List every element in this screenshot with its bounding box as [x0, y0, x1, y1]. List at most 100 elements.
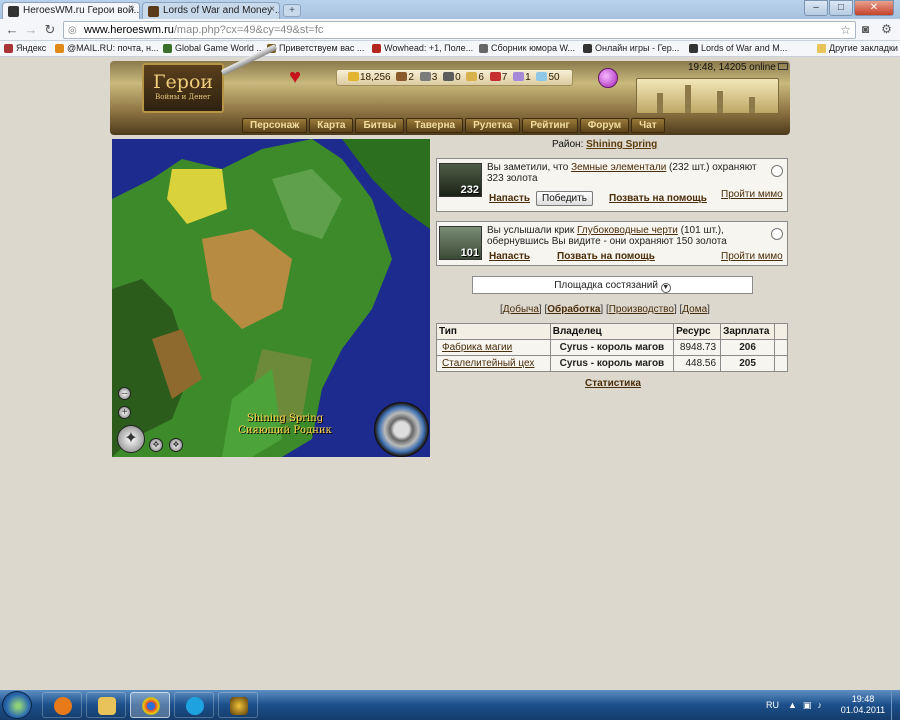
- castle-tower: [749, 97, 755, 113]
- event-radio[interactable]: [771, 228, 783, 240]
- district-link[interactable]: Shining Spring: [586, 139, 657, 150]
- media-player-icon: [54, 697, 72, 715]
- new-tab-button[interactable]: +: [283, 4, 301, 17]
- arena-dropdown[interactable]: Площадка состязаний ▼: [472, 276, 753, 294]
- facility-wage: 205: [720, 355, 776, 372]
- toolbar-extensions: ◙ ⚙: [858, 22, 894, 37]
- call-help-link[interactable]: Позвать на помощь: [557, 251, 655, 262]
- menu-character[interactable]: Персонаж: [242, 118, 308, 133]
- creature-link[interactable]: Земные элементали: [571, 162, 666, 173]
- bookmark-item[interactable]: Онлайн игры - Гер...: [583, 43, 679, 53]
- bookmark-item[interactable]: Global Game World ...: [163, 43, 264, 53]
- bookmark-item[interactable]: Яндекс: [4, 43, 46, 53]
- tab-close-icon[interactable]: ×: [129, 4, 135, 15]
- address-bar[interactable]: ◎ www.heroeswm.ru/map.php?cx=49&cy=49&st…: [63, 21, 856, 39]
- language-indicator[interactable]: RU: [766, 700, 779, 710]
- menu-chat[interactable]: Чат: [631, 118, 665, 133]
- compass-star-icon[interactable]: ✦: [117, 425, 145, 453]
- menu-roulette[interactable]: Рулетка: [465, 118, 521, 133]
- facility-link[interactable]: Сталелитейный цех: [436, 355, 551, 372]
- heroes-favicon-icon: [583, 44, 592, 53]
- taskbar-explorer[interactable]: [86, 692, 126, 718]
- menu-rating[interactable]: Рейтинг: [522, 118, 578, 133]
- column-header: Владелец: [549, 323, 675, 340]
- taskbar-media-player[interactable]: [42, 692, 82, 718]
- statistics-link[interactable]: Статистика: [585, 378, 641, 389]
- skype-icon: [186, 697, 204, 715]
- zoom-out-button[interactable]: –: [118, 387, 131, 400]
- menu-map[interactable]: Карта: [309, 118, 354, 133]
- event-radio[interactable]: [771, 165, 783, 177]
- bookmark-star-icon[interactable]: ☆: [840, 23, 851, 37]
- ggw-icon: [163, 44, 172, 53]
- taskbar-chrome[interactable]: [130, 692, 170, 718]
- bookmark-item[interactable]: Wowhead: +1, Поле...: [372, 43, 473, 53]
- call-help-link[interactable]: Позвать на помощь: [609, 193, 707, 204]
- wow-icon: [230, 697, 248, 715]
- menu-forum[interactable]: Форум: [579, 118, 630, 133]
- attack-link[interactable]: Напасть: [489, 251, 530, 262]
- skype-extension-icon[interactable]: ◙: [858, 22, 873, 37]
- potion-icon[interactable]: [598, 68, 618, 88]
- minimize-button[interactable]: –: [804, 0, 828, 16]
- empty-cell: [774, 339, 788, 356]
- bookmark-item[interactable]: @MAIL.RU: почта, н...: [55, 43, 159, 53]
- empty-cell: [774, 355, 788, 372]
- facility-link[interactable]: Фабрика магии: [436, 339, 551, 356]
- page-info-icon[interactable]: ◎: [68, 25, 77, 36]
- tab-heroeswm[interactable]: HeroesWM.ru Герои вой... ×: [2, 2, 140, 19]
- close-window-button[interactable]: ✕: [854, 0, 894, 16]
- wrench-menu-icon[interactable]: ⚙: [879, 22, 894, 37]
- browser-toolbar: ← → ↻ ◎ www.heroeswm.ru/map.php?cx=49&cy…: [0, 19, 900, 41]
- column-header: [774, 323, 788, 340]
- tab-strip: HeroesWM.ru Герои вой... × Lords of War …: [0, 0, 900, 19]
- bookmark-item[interactable]: Приветствуем вас ...: [267, 43, 364, 53]
- url-path: /map.php?cx=49&cy=49&st=fc: [173, 24, 324, 36]
- win-button[interactable]: Победить: [536, 191, 593, 206]
- tray-icons[interactable]: ▲▣♪: [788, 700, 828, 711]
- taskbar-skype[interactable]: [174, 692, 214, 718]
- gems-icon: [513, 72, 525, 81]
- menu-battles[interactable]: Битвы: [355, 118, 405, 133]
- bookmark-item[interactable]: Lords of War and M...: [689, 43, 787, 53]
- forward-arrow-icon[interactable]: →: [23, 22, 39, 38]
- other-bookmarks-folder[interactable]: Другие закладки: [817, 43, 898, 53]
- map-label-ru: Сияющий Родник: [238, 425, 332, 436]
- move-icon[interactable]: ✥: [149, 438, 163, 452]
- start-button[interactable]: [2, 691, 32, 719]
- zoom-in-button[interactable]: +: [118, 406, 131, 419]
- chevron-down-icon: ▼: [660, 283, 671, 293]
- maximize-button[interactable]: □: [829, 0, 853, 16]
- event-text: Вы заметили, что Земные элементали (232 …: [487, 162, 757, 184]
- district-info: Район: Shining Spring: [552, 139, 657, 150]
- column-header: Тип: [436, 323, 551, 340]
- creature-link[interactable]: Глубоководные черти: [577, 225, 678, 236]
- online-icon[interactable]: [777, 63, 788, 70]
- bookmark-item[interactable]: Сборник юмора W...: [479, 43, 575, 53]
- menu-tavern[interactable]: Таверна: [406, 118, 464, 133]
- tab-lords-of-war[interactable]: Lords of War and Money ... ×: [142, 2, 280, 19]
- url-domain: www.heroeswm.ru: [84, 24, 174, 36]
- system-clock[interactable]: 19:48 01.04.2011: [837, 694, 889, 716]
- map-label-en: Shining Spring: [246, 413, 324, 424]
- game-logo[interactable]: Герои Войны и Денег: [142, 63, 224, 113]
- pass-by-link[interactable]: Пройти мимо: [721, 251, 783, 262]
- attack-link[interactable]: Напасть: [489, 193, 530, 204]
- facilities-table: Тип Владелец Ресурс Зарплата Фабрика маг…: [436, 323, 788, 372]
- tab-houses[interactable]: Дома: [682, 304, 707, 315]
- pass-by-link[interactable]: Пройти мимо: [721, 189, 783, 200]
- heart-icon[interactable]: ♥: [284, 66, 306, 88]
- show-desktop-button[interactable]: [891, 690, 900, 720]
- tab-close-icon[interactable]: ×: [269, 4, 275, 15]
- back-arrow-icon[interactable]: ←: [4, 22, 20, 38]
- tab-mining[interactable]: Добыча: [503, 304, 539, 315]
- compass-navigation[interactable]: [374, 402, 429, 457]
- tab-production[interactable]: Производство: [609, 304, 674, 315]
- tab-processing[interactable]: Обработка: [547, 304, 600, 315]
- table-row: Сталелитейный цех Cyrus - король магов 4…: [436, 355, 788, 372]
- sectors-icon[interactable]: ❖: [169, 438, 183, 452]
- taskbar-wow[interactable]: [218, 692, 258, 718]
- reload-icon[interactable]: ↻: [42, 22, 58, 38]
- humor-icon: [479, 44, 488, 53]
- gold-icon: [348, 72, 359, 81]
